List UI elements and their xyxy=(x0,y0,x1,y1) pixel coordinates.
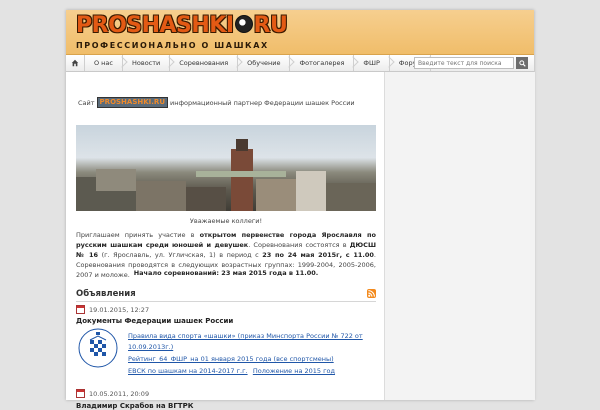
link-rating[interactable]: Рейтинг_64_ФШР_на 01 января 2015 года (в… xyxy=(128,354,378,365)
calendar-icon xyxy=(76,305,85,314)
main-navigation: О нас Новости Соревнования Обучение Фото… xyxy=(66,55,534,72)
invite-text: (г. Ярославль, ул. Угличская, 1) в перио… xyxy=(101,251,259,259)
welcome-text: Уважаемые коллеги! xyxy=(189,217,263,225)
site-logo[interactable]: PROSHASHKI RU xyxy=(76,13,288,38)
partner-prefix: Сайт xyxy=(78,98,95,107)
post-title[interactable]: Документы Федерации шашек России xyxy=(76,317,233,325)
partner-line: Сайт PROSHASHKI.RU информационный партне… xyxy=(78,97,374,108)
start-time-text: Начало соревнований: 23 мая 2015 года в … xyxy=(133,269,319,277)
link-evsk[interactable]: ЕВСК по шашкам на 2014-2017 г.г. xyxy=(128,366,248,377)
nav-item-fshr[interactable]: ФШР xyxy=(354,55,390,71)
partner-suffix: информационный партнер Федерации шашек Р… xyxy=(170,98,355,107)
post-date: 19.01.2015, 12:27 xyxy=(76,305,149,314)
yaroslavl-panorama-image xyxy=(76,125,376,211)
checker-ball-icon xyxy=(234,15,253,33)
fshr-emblem-icon xyxy=(78,327,118,369)
search-button[interactable] xyxy=(516,57,528,69)
rss-icon[interactable] xyxy=(367,289,376,298)
page-container: PROSHASHKI RU ПРОФЕССИОНАЛЬНО О ШАШКАХ О … xyxy=(66,10,535,410)
nav-home-button[interactable] xyxy=(66,55,85,71)
nav-item-about[interactable]: О нас xyxy=(85,55,123,71)
post-title[interactable]: Владимир Скрабов на ВГТРК xyxy=(76,402,193,410)
post-date: 10.05.2011, 20:09 xyxy=(76,389,149,398)
logo-text-left: PROSHASHKI xyxy=(76,13,234,38)
post-date-text: 19.01.2015, 12:27 xyxy=(89,305,150,314)
post-date-text: 10.05.2011, 20:09 xyxy=(89,389,150,398)
announcements-title: Объявления xyxy=(76,289,136,299)
partner-logo: PROSHASHKI.RU xyxy=(96,97,168,108)
post-links: Правила вида спорта «шашки» (приказ Минс… xyxy=(128,331,378,377)
right-sidebar xyxy=(384,72,535,400)
invite-text: . Соревнования состоятся в xyxy=(248,241,347,249)
site-tagline: ПРОФЕССИОНАЛЬНО О ШАШКАХ xyxy=(76,41,269,50)
invite-bold-dates: 23 по 24 мая 2015г, с 11.00 xyxy=(262,251,374,259)
announcements-heading: Объявления xyxy=(76,289,376,302)
invite-text: Приглашаем принять участие в xyxy=(76,231,195,239)
search-icon xyxy=(518,59,526,67)
calendar-icon xyxy=(76,389,85,398)
logo-text-right: RU xyxy=(253,13,288,38)
link-rules-date[interactable]: 10.09.2013г.) xyxy=(128,342,378,353)
site-header: PROSHASHKI RU ПРОФЕССИОНАЛЬНО О ШАШКАХ xyxy=(66,10,534,55)
search-box xyxy=(414,57,528,69)
main-content: Сайт PROSHASHKI.RU информационный партне… xyxy=(66,72,384,410)
link-rules[interactable]: Правила вида спорта «шашки» (приказ Минс… xyxy=(128,331,378,342)
search-input[interactable] xyxy=(414,57,514,69)
link-regulation[interactable]: Положение на 2015 год xyxy=(253,366,335,377)
nav-item-competitions[interactable]: Соревнования xyxy=(170,55,239,71)
nav-item-training[interactable]: Обучение xyxy=(238,55,291,71)
home-icon xyxy=(71,59,79,67)
nav-item-news[interactable]: Новости xyxy=(123,55,171,71)
nav-item-gallery[interactable]: Фотогалерея xyxy=(290,55,355,71)
